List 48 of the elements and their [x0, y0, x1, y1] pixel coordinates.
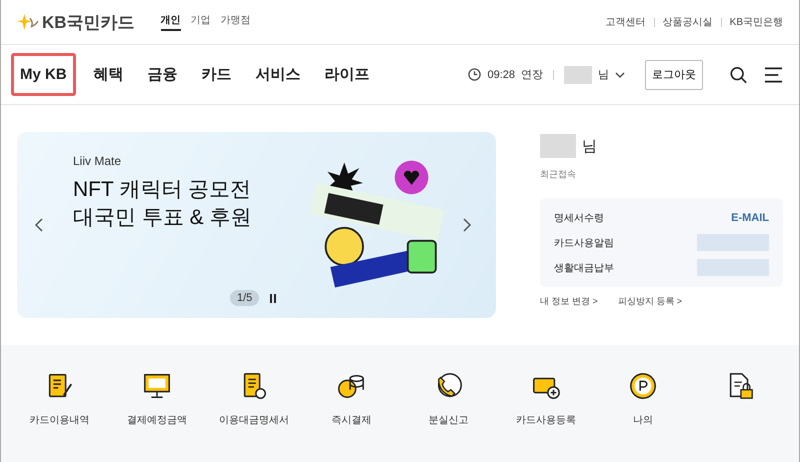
logout-button[interactable]: 로그아웃: [645, 60, 703, 90]
session-time: 09:28: [487, 68, 515, 80]
recent-access-label: 최근접속: [540, 168, 577, 181]
banner-title: NFT 캐릭터 공모전 대국민 투표 & 후원: [73, 177, 253, 231]
segment-tab[interactable]: 가맹점: [220, 13, 251, 31]
quick-menu-label[interactable]: 나의: [633, 413, 654, 427]
header-link[interactable]: KB국민은행: [730, 15, 783, 29]
clock-icon: [468, 68, 482, 81]
redacted-value: [697, 234, 769, 251]
nav-item[interactable]: My KB: [11, 53, 76, 96]
quick-menu-label[interactable]: 결제예정금액: [126, 413, 187, 427]
quick-menu-label[interactable]: 이용대금명세서: [219, 413, 290, 427]
nav-item[interactable]: 카드: [202, 57, 232, 92]
point-coin-icon[interactable]: [628, 371, 658, 401]
nav-item[interactable]: 금융: [148, 57, 178, 92]
info-label: 명세서수령: [554, 212, 604, 224]
profile-link[interactable]: 내 정보 변경 >: [540, 295, 598, 308]
star-logo-icon: [17, 13, 39, 31]
pause-icon[interactable]: [269, 294, 278, 302]
segment-tab[interactable]: 개인: [160, 13, 181, 31]
quick-menu-label[interactable]: 카드이용내역: [30, 413, 90, 427]
header-link[interactable]: 상품공시실: [662, 15, 713, 29]
slide-counter: 1/5: [230, 290, 260, 306]
redacted-name: [564, 66, 592, 84]
extend-link[interactable]: 연장: [521, 67, 543, 82]
redacted-value: [697, 259, 769, 276]
search-icon[interactable]: [729, 66, 748, 84]
nav-item[interactable]: 서비스: [256, 57, 301, 92]
info-label: 생활대금납부: [554, 262, 614, 274]
brand-name[interactable]: KB국민카드: [42, 10, 135, 34]
profile-link[interactable]: 피싱방지 등록 >: [618, 295, 682, 308]
user-suffix: 님: [598, 68, 609, 82]
info-label: 카드사용알림: [554, 236, 614, 250]
info-value[interactable]: E-MAIL: [731, 212, 769, 224]
monitor-icon[interactable]: [142, 371, 172, 401]
quick-menu-label[interactable]: 카드사용등록: [516, 413, 576, 427]
header-link[interactable]: 고객센터: [606, 15, 646, 29]
user-suffix: 님: [582, 136, 597, 156]
menu-icon[interactable]: [764, 66, 783, 84]
redacted-name: [540, 134, 576, 158]
quick-menu-label[interactable]: 분실신고: [428, 413, 469, 427]
segment-tab[interactable]: 기업: [190, 13, 211, 31]
promo-banner[interactable]: Liiv Mate NFT 캐릭터 공모전 대국민 투표 & 후원 1/5: [17, 132, 496, 318]
caret-icon[interactable]: [615, 72, 625, 78]
banner-eyebrow: Liiv Mate: [73, 154, 122, 168]
quick-menu-label[interactable]: 즉시결제: [331, 413, 372, 427]
nav-item[interactable]: 라이프: [324, 57, 370, 92]
nav-item[interactable]: 혜택: [94, 57, 124, 92]
